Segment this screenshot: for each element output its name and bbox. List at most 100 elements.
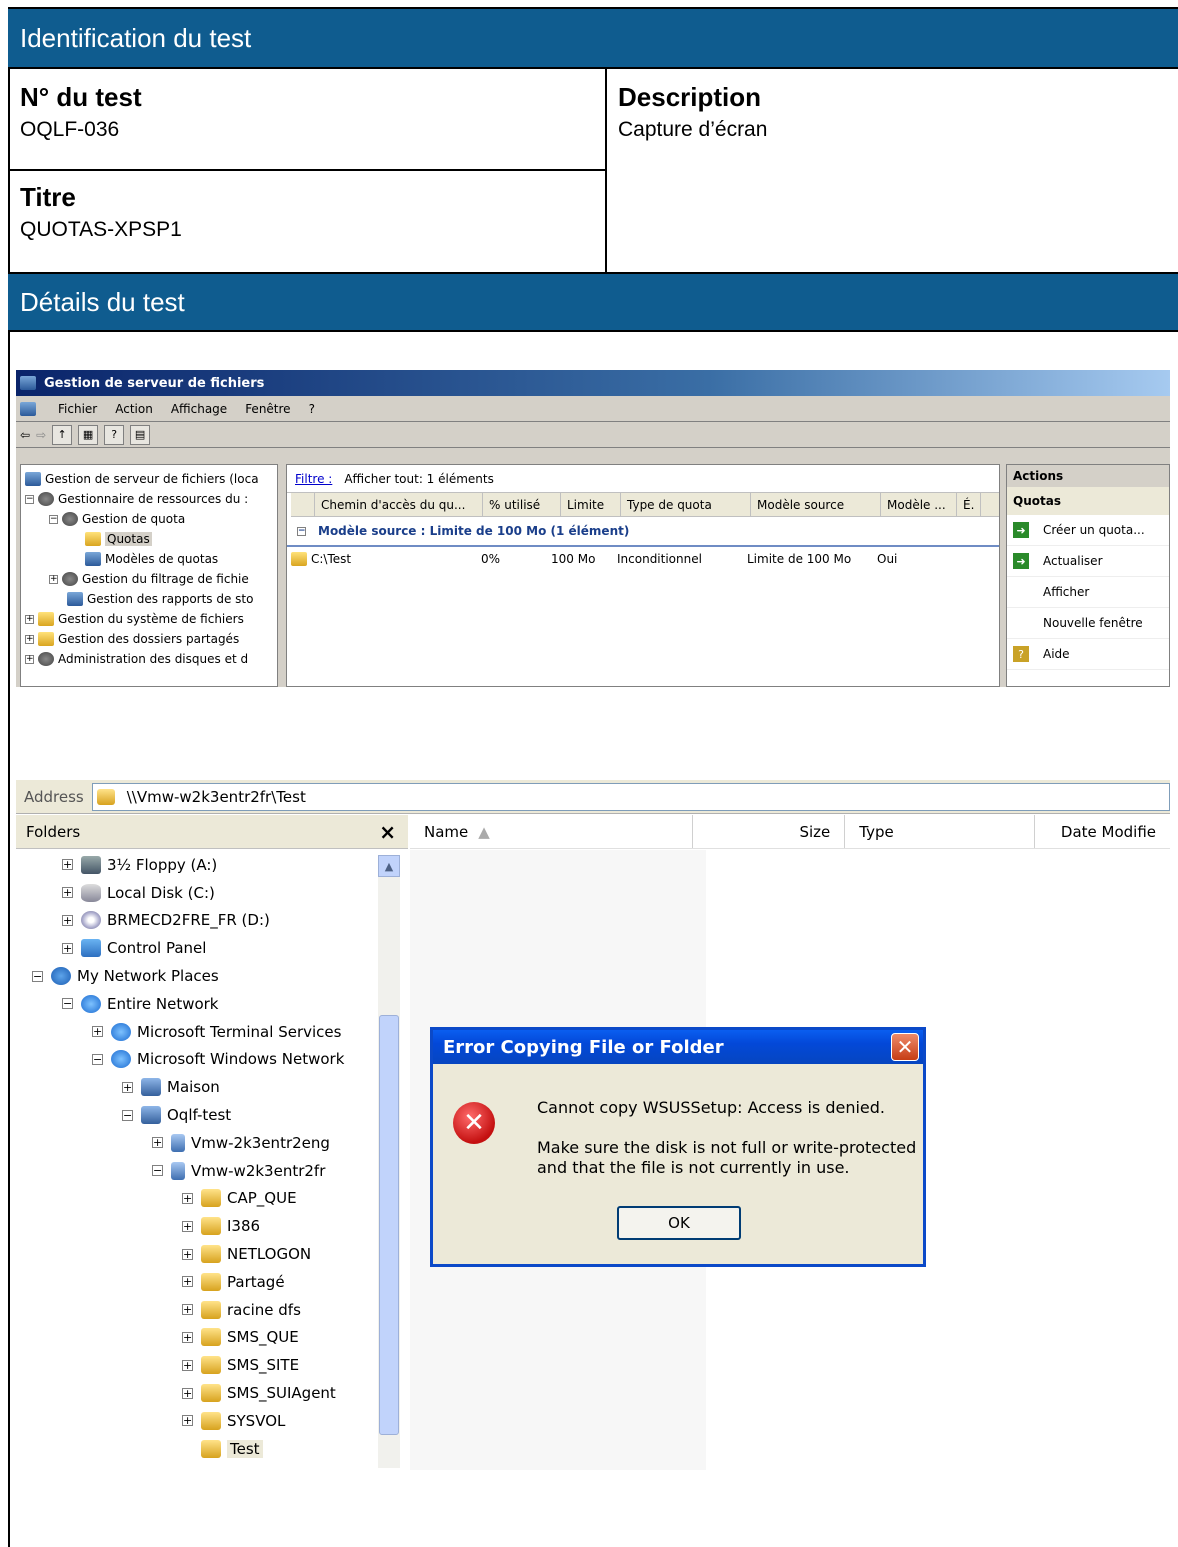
- tree-item[interactable]: + Control Panel: [16, 934, 376, 962]
- tree-item[interactable]: + SMS_QUE: [16, 1324, 376, 1352]
- expand-icon[interactable]: +: [182, 1248, 193, 1260]
- tree-item[interactable]: + I386: [16, 1212, 376, 1240]
- folders-scrollbar[interactable]: ▲: [378, 855, 400, 1468]
- tree-item[interactable]: + NETLOGON: [16, 1240, 376, 1268]
- tree-item[interactable]: + BRMECD2FRE_FR (D:): [16, 907, 376, 935]
- column-name[interactable]: Name ▲: [410, 815, 694, 848]
- menu-fichier[interactable]: Fichier: [58, 402, 97, 416]
- expand-icon[interactable]: +: [182, 1359, 193, 1371]
- tree-item[interactable]: Modèles de quotas: [21, 549, 277, 569]
- expand-icon[interactable]: +: [182, 1304, 193, 1316]
- menu-affichage[interactable]: Affichage: [171, 402, 227, 416]
- column-header[interactable]: É.: [957, 493, 981, 516]
- column-header[interactable]: % utilisé: [483, 493, 561, 516]
- close-icon[interactable]: ✕: [891, 1033, 919, 1061]
- tree-item[interactable]: + SYSVOL: [16, 1407, 376, 1435]
- column-size[interactable]: Size: [693, 815, 846, 848]
- tree-item[interactable]: + Maison: [16, 1073, 376, 1101]
- tree-item[interactable]: − Oqlf-test: [16, 1101, 376, 1129]
- collapse-icon[interactable]: −: [152, 1165, 163, 1177]
- expand-icon[interactable]: +: [62, 859, 73, 871]
- action-view[interactable]: Afficher: [1007, 577, 1169, 608]
- expand-icon[interactable]: +: [182, 1331, 193, 1343]
- action-new-window[interactable]: Nouvelle fenêtre: [1007, 608, 1169, 639]
- collapse-icon[interactable]: −: [297, 526, 306, 536]
- tree-item[interactable]: + CAP_QUE: [16, 1185, 376, 1213]
- expand-icon[interactable]: +: [25, 634, 34, 644]
- tree-item[interactable]: + Gestion du filtrage de fichie: [21, 569, 277, 589]
- menu-fenetre[interactable]: Fenêtre: [245, 402, 290, 416]
- tree-item[interactable]: + Local Disk (C:): [16, 879, 376, 907]
- forward-arrow-icon[interactable]: ⇨: [36, 428, 46, 442]
- expand-icon[interactable]: +: [182, 1192, 193, 1204]
- show-tree-icon[interactable]: ▦: [78, 424, 99, 445]
- column-icon[interactable]: [291, 493, 315, 516]
- expand-icon[interactable]: +: [182, 1387, 193, 1399]
- tree-item[interactable]: + Vmw-2k3entr2eng: [16, 1129, 376, 1157]
- collapse-icon[interactable]: −: [49, 514, 58, 524]
- action-refresh[interactable]: ➜ Actualiser: [1007, 546, 1169, 577]
- expand-icon[interactable]: +: [182, 1276, 193, 1288]
- filter-link[interactable]: Filtre :: [295, 472, 332, 486]
- tree-item-quotas[interactable]: Quotas: [21, 529, 277, 549]
- expand-icon[interactable]: +: [62, 887, 73, 899]
- scroll-up-icon[interactable]: ▲: [378, 855, 400, 877]
- tree-item[interactable]: + Administration des disques et d: [21, 649, 277, 669]
- tree-item[interactable]: Gestion des rapports de sto: [21, 589, 277, 609]
- tree-item[interactable]: + Gestion des dossiers partagés: [21, 629, 277, 649]
- tree-item[interactable]: − Vmw-w2k3entr2fr: [16, 1157, 376, 1185]
- column-header[interactable]: Modèle ...: [881, 493, 957, 516]
- table-row[interactable]: C:\Test 0% 100 Mo Inconditionnel Limite …: [287, 547, 999, 571]
- expand-icon[interactable]: +: [49, 574, 58, 584]
- column-header[interactable]: Limite: [561, 493, 621, 516]
- close-icon[interactable]: ×: [379, 820, 396, 844]
- expand-icon[interactable]: +: [25, 654, 34, 664]
- collapse-icon[interactable]: −: [62, 998, 73, 1010]
- collapse-icon[interactable]: −: [32, 970, 43, 982]
- tree-item-label: SMS_SITE: [227, 1356, 300, 1375]
- tree-item[interactable]: − Microsoft Windows Network: [16, 1046, 376, 1074]
- scroll-thumb[interactable]: [379, 1015, 399, 1435]
- action-create-quota[interactable]: ➜ Créer un quota...: [1007, 515, 1169, 546]
- up-level-icon[interactable]: ↑: [52, 424, 73, 445]
- tree-item[interactable]: − Gestionnaire de ressources du :: [21, 489, 277, 509]
- expand-icon[interactable]: +: [62, 914, 73, 926]
- expand-icon[interactable]: +: [25, 614, 34, 624]
- expand-icon[interactable]: +: [152, 1137, 163, 1149]
- expand-icon[interactable]: +: [62, 942, 73, 954]
- tree-item[interactable]: + Partagé: [16, 1268, 376, 1296]
- group-header[interactable]: − Modèle source : Limite de 100 Mo (1 él…: [287, 517, 999, 547]
- action-pane-icon[interactable]: ▤: [130, 424, 151, 445]
- collapse-icon[interactable]: −: [25, 494, 34, 504]
- expand-icon[interactable]: +: [92, 1026, 103, 1038]
- tree-item[interactable]: + SMS_SITE: [16, 1351, 376, 1379]
- tree-item[interactable]: + Microsoft Terminal Services: [16, 1018, 376, 1046]
- column-header[interactable]: Chemin d'accès du qu...: [315, 493, 483, 516]
- expand-icon[interactable]: +: [122, 1081, 133, 1093]
- column-header[interactable]: Type de quota: [621, 493, 751, 516]
- expand-icon[interactable]: +: [182, 1415, 193, 1427]
- tree-item[interactable]: +3½ Floppy (A:): [16, 851, 376, 879]
- tree-item[interactable]: + SMS_SUIAgent: [16, 1379, 376, 1407]
- tree-item[interactable]: − Gestion de quota: [21, 509, 277, 529]
- menu-help[interactable]: ?: [309, 402, 315, 416]
- actions-section[interactable]: Quotas: [1007, 487, 1169, 515]
- ok-button[interactable]: OK: [617, 1206, 741, 1240]
- action-help[interactable]: ? Aide: [1007, 639, 1169, 670]
- collapse-icon[interactable]: −: [122, 1109, 133, 1121]
- expand-icon[interactable]: +: [182, 1220, 193, 1232]
- help-icon[interactable]: ?: [104, 424, 125, 445]
- tree-item[interactable]: + Gestion du système de fichiers: [21, 609, 277, 629]
- menu-action[interactable]: Action: [115, 402, 153, 416]
- column-date[interactable]: Date Modifie: [1035, 815, 1170, 848]
- back-arrow-icon[interactable]: ⇦: [20, 428, 30, 442]
- column-type[interactable]: Type: [845, 815, 1036, 848]
- tree-item[interactable]: Gestion de serveur de fichiers (loca: [21, 469, 277, 489]
- tree-item[interactable]: − My Network Places: [16, 962, 376, 990]
- address-input[interactable]: \\Vmw-w2k3entr2fr\Test: [91, 782, 1170, 811]
- column-header[interactable]: Modèle source: [751, 493, 881, 516]
- tree-item[interactable]: − Entire Network: [16, 990, 376, 1018]
- tree-item[interactable]: + racine dfs: [16, 1296, 376, 1324]
- tree-item-selected[interactable]: Test: [16, 1435, 376, 1463]
- collapse-icon[interactable]: −: [92, 1053, 103, 1065]
